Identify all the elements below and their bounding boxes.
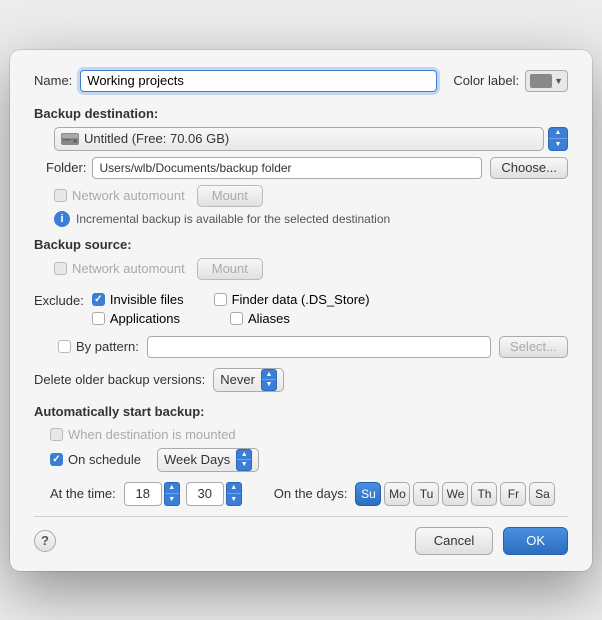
folder-input[interactable] [92, 157, 482, 179]
schedule-dropdown[interactable]: Week Days ▲ ▼ [157, 448, 259, 472]
day-mo[interactable]: Mo [384, 482, 410, 506]
info-icon: i [54, 211, 70, 227]
backup-source-header: Backup source: [34, 237, 568, 252]
auto-start-header: Automatically start backup: [34, 404, 568, 419]
days-section: On the days: Su Mo Tu We Th Fr Sa [274, 482, 556, 506]
minutes-stepper: 30 ▲ ▼ [186, 482, 242, 506]
finder-data-label: Finder data (.DS_Store) [232, 292, 370, 307]
on-schedule-checkbox[interactable] [50, 453, 63, 466]
network-automount-checkbox-dest[interactable] [54, 189, 67, 202]
hours-down-icon[interactable]: ▼ [165, 494, 179, 505]
schedule-stepper-down-icon[interactable]: ▼ [237, 460, 251, 470]
cancel-button[interactable]: Cancel [415, 527, 493, 555]
backup-destination-header: Backup destination: [34, 106, 568, 121]
ok-button[interactable]: OK [503, 527, 568, 555]
when-mounted-label: When destination is mounted [68, 427, 236, 442]
day-sa[interactable]: Sa [529, 482, 555, 506]
applications-checkbox[interactable] [92, 312, 105, 325]
schedule-stepper-up-icon[interactable]: ▲ [237, 450, 251, 461]
chevron-down-icon: ▼ [554, 76, 563, 86]
day-tu[interactable]: Tu [413, 482, 439, 506]
hours-up-icon[interactable]: ▲ [165, 483, 179, 495]
by-pattern-checkbox[interactable] [58, 340, 71, 353]
name-input[interactable] [80, 70, 437, 92]
aliases-checkbox[interactable] [230, 312, 243, 325]
hours-value[interactable]: 18 [124, 482, 162, 506]
finder-data-checkbox[interactable] [214, 293, 227, 306]
never-stepper-up-icon[interactable]: ▲ [262, 370, 276, 381]
hours-stepper: 18 ▲ ▼ [124, 482, 180, 506]
day-we[interactable]: We [442, 482, 468, 506]
folder-label: Folder: [46, 160, 86, 175]
delete-older-label: Delete older backup versions: [34, 372, 205, 387]
day-fr[interactable]: Fr [500, 482, 526, 506]
hours-spinner[interactable]: ▲ ▼ [164, 482, 180, 506]
help-button[interactable]: ? [34, 530, 56, 552]
info-text: Incremental backup is available for the … [76, 212, 390, 226]
at-time-label: At the time: [50, 486, 116, 501]
color-swatch [530, 74, 552, 88]
never-value: Never [220, 372, 255, 387]
never-stepper[interactable]: ▲ ▼ [261, 369, 277, 391]
destination-stepper[interactable]: ▲ ▼ [548, 127, 568, 151]
destination-select[interactable]: Untitled (Free: 70.06 GB) [54, 127, 544, 151]
invisible-files-checkbox[interactable] [92, 293, 105, 306]
when-mounted-checkbox[interactable] [50, 428, 63, 441]
exclude-label: Exclude: [34, 292, 84, 308]
applications-label: Applications [110, 311, 180, 326]
color-label-text: Color label: [453, 73, 519, 88]
destination-select-inner: Untitled (Free: 70.06 GB) [61, 131, 537, 146]
invisible-files-label: Invisible files [110, 292, 184, 307]
choose-button[interactable]: Choose... [490, 157, 568, 179]
never-stepper-down-icon[interactable]: ▼ [262, 380, 276, 390]
select-button[interactable]: Select... [499, 336, 568, 358]
by-pattern-label: By pattern: [76, 339, 139, 354]
network-automount-label-dest: Network automount [72, 188, 185, 203]
schedule-stepper[interactable]: ▲ ▼ [236, 449, 252, 471]
pattern-input[interactable] [147, 336, 491, 358]
destination-text: Untitled (Free: 70.06 GB) [84, 131, 537, 146]
minutes-value[interactable]: 30 [186, 482, 224, 506]
mount-button-src[interactable]: Mount [197, 258, 263, 280]
minutes-up-icon[interactable]: ▲ [227, 483, 241, 495]
minutes-down-icon[interactable]: ▼ [227, 494, 241, 505]
on-schedule-label: On schedule [68, 452, 141, 467]
button-group: Cancel OK [415, 527, 568, 555]
network-automount-label-src: Network automount [72, 261, 185, 276]
days-pills: Su Mo Tu We Th Fr Sa [355, 482, 555, 506]
stepper-down-icon[interactable]: ▼ [549, 139, 567, 150]
schedule-value: Week Days [164, 452, 230, 467]
aliases-label: Aliases [248, 311, 290, 326]
mount-button-dest[interactable]: Mount [197, 185, 263, 207]
never-dropdown[interactable]: Never ▲ ▼ [213, 368, 284, 392]
backup-settings-dialog: Name: Color label: ▼ Backup destination:… [10, 50, 592, 571]
day-th[interactable]: Th [471, 482, 497, 506]
name-label: Name: [34, 73, 72, 88]
network-automount-checkbox-src[interactable] [54, 262, 67, 275]
stepper-up-icon[interactable]: ▲ [549, 128, 567, 140]
on-days-label: On the days: [274, 486, 348, 501]
minutes-spinner[interactable]: ▲ ▼ [226, 482, 242, 506]
day-su[interactable]: Su [355, 482, 381, 506]
hdd-icon [61, 132, 79, 146]
color-select[interactable]: ▼ [525, 70, 568, 92]
